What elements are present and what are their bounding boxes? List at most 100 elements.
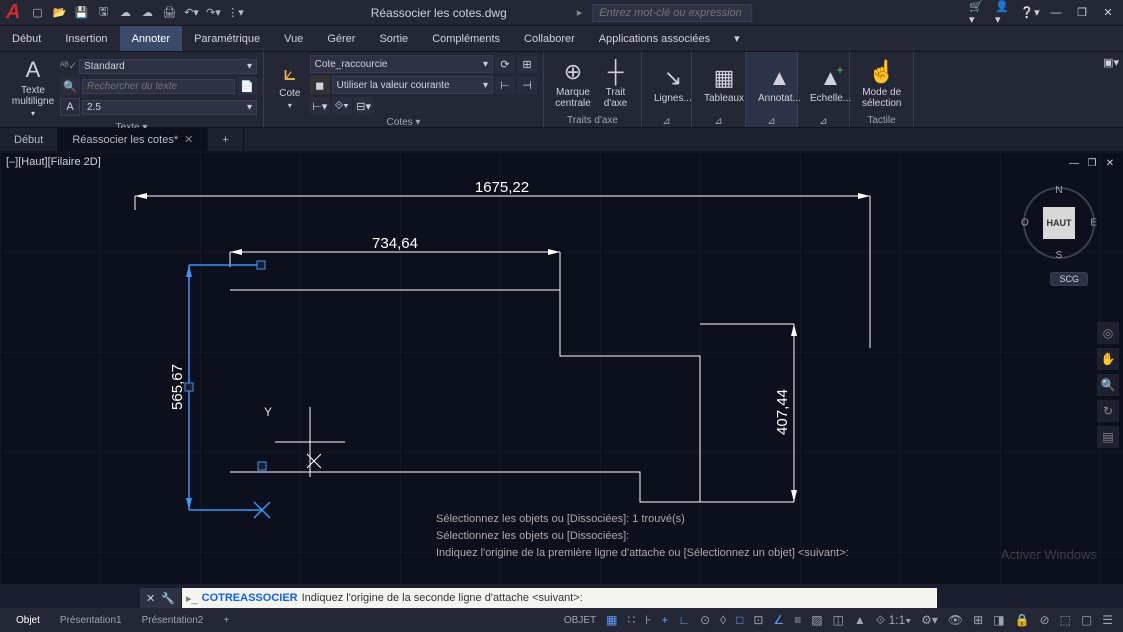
save-icon[interactable]: 💾	[72, 4, 90, 22]
dim-continue-icon[interactable]: ⊟▾	[354, 97, 374, 115]
center-mark-button[interactable]: ⊕ Marque centrale	[550, 55, 596, 113]
dim-update-icon[interactable]: ⟳	[495, 55, 515, 73]
menu-tab-compléments[interactable]: Compléments	[420, 26, 512, 51]
osnap-toggle-icon[interactable]: □	[732, 611, 747, 629]
find-icon[interactable]: 🔍	[60, 77, 80, 95]
leader-icon: ↘	[664, 65, 682, 91]
menu-tab-annoter[interactable]: Annoter	[120, 26, 183, 51]
menu-overflow-icon[interactable]: ▾	[722, 26, 752, 51]
user-icon[interactable]: 👤▾	[995, 4, 1013, 22]
iso-toggle-icon[interactable]: ◊	[716, 611, 730, 629]
workspace-icon[interactable]: ⚙▾	[917, 611, 942, 629]
polar-toggle-icon[interactable]: ⊙	[696, 611, 714, 629]
lineweight-icon[interactable]: ≡	[790, 611, 805, 629]
menu-tab-vue[interactable]: Vue	[272, 26, 315, 51]
web-save-icon[interactable]: ☁	[138, 4, 156, 22]
grid-toggle-icon[interactable]: ▦	[602, 611, 621, 629]
cycling-icon[interactable]: ◫	[829, 611, 848, 629]
undo-icon[interactable]: ↶▾	[182, 4, 200, 22]
minimize-icon[interactable]: —	[1047, 4, 1065, 22]
cmd-customize-icon[interactable]: 🔧	[161, 592, 175, 605]
help-search-input[interactable]	[592, 4, 752, 22]
isolate-icon[interactable]: ⊘	[1035, 611, 1053, 629]
menu-tab-début[interactable]: Début	[0, 26, 53, 51]
annoscale-icon[interactable]: ⟐ 1:1▾	[872, 611, 915, 630]
menu-tab-gérer[interactable]: Gérer	[315, 26, 367, 51]
echelle-pin: ⊿	[804, 114, 843, 126]
restore-icon[interactable]: ❐	[1073, 4, 1091, 22]
menu-tab-paramétrique[interactable]: Paramétrique	[182, 26, 272, 51]
steering-wheel-icon[interactable]: ◎	[1097, 322, 1119, 344]
menu-tab-collaborer[interactable]: Collaborer	[512, 26, 587, 51]
touch-mode-button[interactable]: ☝Mode de sélection	[856, 55, 907, 113]
dim-layer-combo[interactable]: Utiliser la valeur courante▾	[332, 76, 493, 94]
help-icon[interactable]: ❔▾	[1021, 4, 1039, 22]
dim-assoc-icon[interactable]: ⊞	[517, 55, 537, 73]
infer-toggle-icon[interactable]: ⊦	[641, 611, 655, 629]
text-style-combo[interactable]: Standard▾	[79, 59, 257, 74]
dim-quick-icon[interactable]: ⟐▾	[332, 97, 352, 115]
layout2-tab[interactable]: Présentation2	[132, 615, 214, 626]
zoom-extents-icon[interactable]: 🔍	[1097, 374, 1119, 396]
model-tab[interactable]: Objet	[6, 615, 50, 626]
space-label: OBJET	[560, 615, 600, 626]
new-tab-button[interactable]: +	[208, 128, 243, 151]
pan-icon[interactable]: ✋	[1097, 348, 1119, 370]
open-icon[interactable]: 📂	[50, 4, 68, 22]
qat-more-icon[interactable]: ⋮▾	[226, 4, 244, 22]
command-input[interactable]: ▸_ COTREASSOCIER Indiquez l'origine de l…	[182, 588, 937, 608]
print-icon[interactable]: 🖨	[160, 4, 178, 22]
drawing-viewport[interactable]: [–][Haut][Filaire 2D] — ❐ ✕ 1675,22 734,…	[0, 152, 1123, 584]
otrack-icon[interactable]: ∠	[769, 611, 788, 629]
menu-tab-sortie[interactable]: Sortie	[367, 26, 420, 51]
snap-toggle-icon[interactable]: ∷	[623, 611, 639, 629]
clean-screen-icon[interactable]: ▢	[1077, 611, 1096, 629]
view-cube[interactable]: HAUT N S E O	[1023, 187, 1095, 259]
menu-tab-applications associées[interactable]: Applications associées	[587, 26, 722, 51]
saveas-icon[interactable]: 🖫	[94, 4, 112, 22]
3dosnap-icon[interactable]: ⊡	[749, 611, 767, 629]
dimension-button[interactable]: ⟀ Cote ▾	[270, 55, 310, 115]
dim-opt1-icon[interactable]: ⊢	[495, 76, 515, 94]
tab-close-icon[interactable]: ✕	[184, 133, 193, 146]
ribbon-collapse-icon[interactable]: ▣▾	[1103, 56, 1119, 69]
layout1-tab[interactable]: Présentation1	[50, 615, 132, 626]
centerline-icon: ┼	[608, 59, 624, 85]
cmd-close-icon[interactable]: ✕	[146, 592, 155, 605]
cart-icon[interactable]: 🛒▾	[969, 4, 987, 22]
units-icon[interactable]: ⊞	[969, 611, 987, 629]
centerline-button[interactable]: ┼ Trait d'axe	[596, 55, 635, 113]
ortho-toggle-icon[interactable]: ∟	[674, 611, 694, 629]
dim-opt2-icon[interactable]: ⊣	[517, 76, 537, 94]
new-icon[interactable]: ▢	[28, 4, 46, 22]
file-tab[interactable]: Réassocier les cotes*✕	[58, 128, 208, 151]
transparency-icon[interactable]: ▨	[807, 611, 826, 629]
add-layout-tab[interactable]: +	[213, 615, 239, 626]
annot-monitor-icon[interactable]: ▲	[850, 611, 870, 629]
leaders-button[interactable]: ↘Lignes...	[648, 55, 698, 114]
tables-button[interactable]: ▦Tableaux	[698, 55, 750, 114]
dim-linear-icon[interactable]: ⊢▾	[310, 97, 330, 115]
redo-icon[interactable]: ↷▾	[204, 4, 222, 22]
file-tab[interactable]: Début	[0, 128, 58, 151]
text-height-combo[interactable]: 2.5▾	[82, 100, 257, 115]
close-icon[interactable]: ✕	[1099, 4, 1117, 22]
find-go-icon[interactable]: 📄	[237, 77, 257, 95]
cotes-group-title[interactable]: Cotes ▾	[270, 115, 537, 128]
find-text-input[interactable]	[82, 79, 235, 94]
annot-vis-icon[interactable]: 👁	[944, 611, 967, 629]
tactile-group-title: Tactile	[856, 113, 907, 126]
text-multiline-button[interactable]: A Texte multiligne ▾	[6, 55, 60, 120]
showmotion-icon[interactable]: ▤	[1097, 426, 1119, 448]
orbit-icon[interactable]: ↻	[1097, 400, 1119, 422]
menu-tab-insertion[interactable]: Insertion	[53, 26, 119, 51]
qprops-icon[interactable]: ◨	[989, 611, 1008, 629]
lock-ui-icon[interactable]: 🔒	[1011, 611, 1034, 629]
ucs-badge[interactable]: SCG	[1050, 272, 1088, 286]
web-open-icon[interactable]: ☁	[116, 4, 134, 22]
dyn-input-icon[interactable]: +	[657, 611, 672, 629]
hardware-accel-icon[interactable]: ⬚	[1056, 611, 1075, 629]
text-height-a-icon[interactable]: A	[60, 98, 80, 116]
dim-style-combo[interactable]: Cote_raccourcie▾	[310, 55, 493, 73]
customize-status-icon[interactable]: ☰	[1098, 611, 1117, 629]
